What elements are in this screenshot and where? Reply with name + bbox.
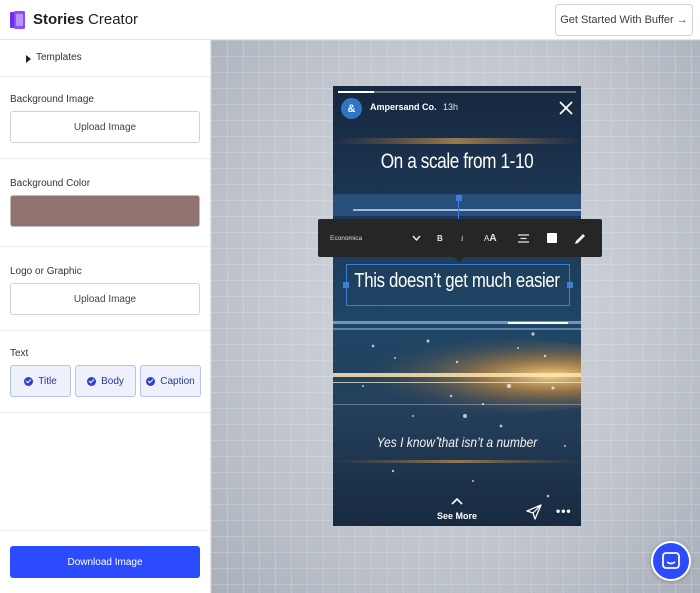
story-progress-bar <box>338 91 576 93</box>
more-options-icon[interactable]: ••• <box>556 504 572 518</box>
post-age: 13h <box>443 102 459 112</box>
text-label: Text <box>10 348 29 359</box>
background-image-label: Background Image <box>10 94 94 105</box>
story-progress-fill <box>338 91 374 93</box>
triangle-right-icon <box>26 55 31 63</box>
background-image-upload-button[interactable]: Upload Image <box>10 111 200 143</box>
selection-connector <box>458 198 459 220</box>
logo-label: Logo or Graphic <box>10 266 82 277</box>
chevron-up-icon <box>451 498 463 505</box>
background-image-section: Background Image Upload Image <box>0 77 210 159</box>
caption-chip-label: Caption <box>160 375 195 387</box>
account-avatar: & <box>341 98 362 119</box>
font-family-select[interactable]: Economica <box>330 219 362 257</box>
background-color-swatch[interactable] <box>10 195 200 227</box>
stories-logo-icon <box>10 11 25 29</box>
templates-label: Templates <box>36 52 82 63</box>
title-chip[interactable]: Title <box>10 365 71 397</box>
account-name: Ampersand Co. <box>370 102 437 112</box>
caption-text[interactable]: Yes I know that isn’t a number <box>350 434 563 450</box>
send-icon[interactable] <box>526 504 542 520</box>
title-chip-label: Title <box>38 375 57 387</box>
font-size-button[interactable]: AA <box>484 219 497 257</box>
text-color-button[interactable] <box>547 219 557 257</box>
app-header: Stories Creator Get Started With Buffer … <box>0 0 700 40</box>
sidebar: Templates Background Image Upload Image … <box>0 40 211 593</box>
background-color-section: Background Color <box>0 159 210 247</box>
body-text[interactable]: This doesn’t get much easier <box>353 270 561 293</box>
see-more-label[interactable]: See More <box>333 511 581 521</box>
resize-handle-right[interactable] <box>567 282 573 288</box>
title-text[interactable]: On a scale from 1-10 <box>355 150 558 174</box>
chat-icon <box>662 552 680 569</box>
editor-canvas: & Ampersand Co. 13h On a scale from 1-10… <box>211 40 700 593</box>
pencil-icon[interactable] <box>574 219 587 257</box>
check-circle-icon <box>24 376 34 386</box>
chevron-down-icon[interactable] <box>412 219 421 257</box>
app-title: Stories Creator <box>33 11 139 28</box>
close-icon[interactable] <box>558 100 574 116</box>
get-started-button[interactable]: Get Started With Buffer → <box>555 4 693 36</box>
bold-button[interactable]: B <box>437 219 443 257</box>
logo-upload-button[interactable]: Upload Image <box>10 283 200 315</box>
templates-toggle[interactable]: Templates <box>0 40 210 77</box>
logo-section: Logo or Graphic Upload Image <box>0 247 210 331</box>
story-preview: & Ampersand Co. 13h On a scale from 1-10… <box>333 86 581 526</box>
divider <box>0 530 210 531</box>
align-center-icon[interactable] <box>518 219 529 257</box>
body-chip[interactable]: Body <box>75 365 136 397</box>
chat-launcher-button[interactable] <box>651 541 691 581</box>
download-image-button[interactable]: Download Image <box>10 546 200 578</box>
text-format-toolbar: Economica B i AA <box>318 219 602 262</box>
resize-handle-left[interactable] <box>343 282 349 288</box>
font-size-big-glyph: A <box>489 232 497 244</box>
caption-chip[interactable]: Caption <box>140 365 201 397</box>
check-circle-icon <box>87 376 97 386</box>
italic-button[interactable]: i <box>461 219 463 257</box>
rotate-handle[interactable] <box>456 195 462 201</box>
check-circle-icon <box>146 376 156 386</box>
color-square-icon <box>547 233 557 243</box>
background-color-label: Background Color <box>10 178 91 189</box>
body-chip-label: Body <box>101 375 124 387</box>
